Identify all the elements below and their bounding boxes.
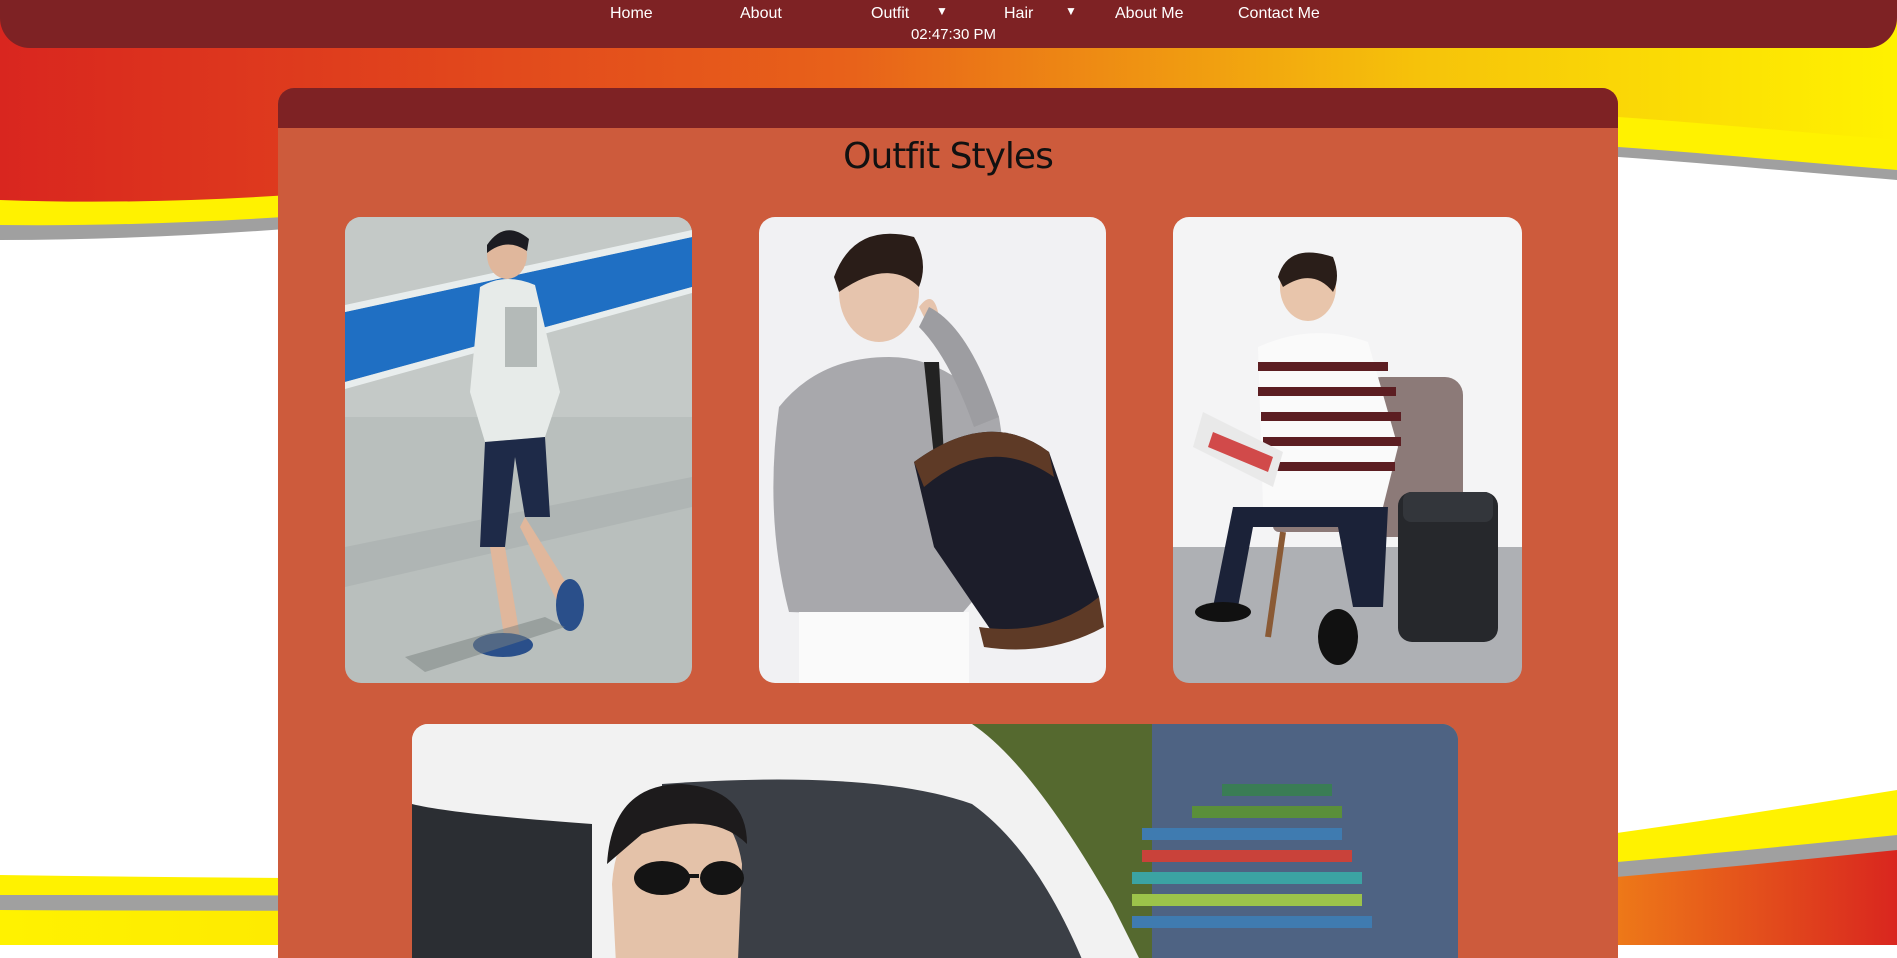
nav-about[interactable]: About bbox=[740, 5, 782, 23]
panel-header-bar bbox=[278, 88, 1618, 128]
clock-display: 02:47:30 PM bbox=[910, 26, 997, 43]
top-nav-bar: Home About Outfit ▼ Hair ▼ About Me Cont… bbox=[0, 0, 1897, 48]
photo-man-sunglasses-van[interactable] bbox=[412, 724, 1458, 958]
photo-man-striped-sweater-chair[interactable] bbox=[1173, 217, 1522, 683]
nav-home[interactable]: Home bbox=[610, 5, 653, 23]
photo-man-grey-sweater-backpack[interactable] bbox=[759, 217, 1106, 683]
photo-striped-image bbox=[1173, 217, 1522, 683]
outfit-panel: Outfit Styles bbox=[278, 88, 1618, 958]
hair-dropdown-arrow-icon[interactable]: ▼ bbox=[1065, 4, 1077, 18]
photo-walking-image bbox=[345, 217, 692, 683]
photo-van-image bbox=[412, 724, 1458, 958]
nav-contact-me[interactable]: Contact Me bbox=[1238, 5, 1320, 23]
photo-man-walking-white-jacket[interactable] bbox=[345, 217, 692, 683]
outfit-dropdown-arrow-icon[interactable]: ▼ bbox=[936, 4, 948, 18]
photo-sweater-image bbox=[759, 217, 1106, 683]
page-title: Outfit Styles bbox=[843, 136, 1054, 177]
nav-hair[interactable]: Hair bbox=[1004, 5, 1033, 23]
nav-about-me[interactable]: About Me bbox=[1115, 5, 1183, 23]
nav-outfit[interactable]: Outfit bbox=[871, 5, 909, 23]
